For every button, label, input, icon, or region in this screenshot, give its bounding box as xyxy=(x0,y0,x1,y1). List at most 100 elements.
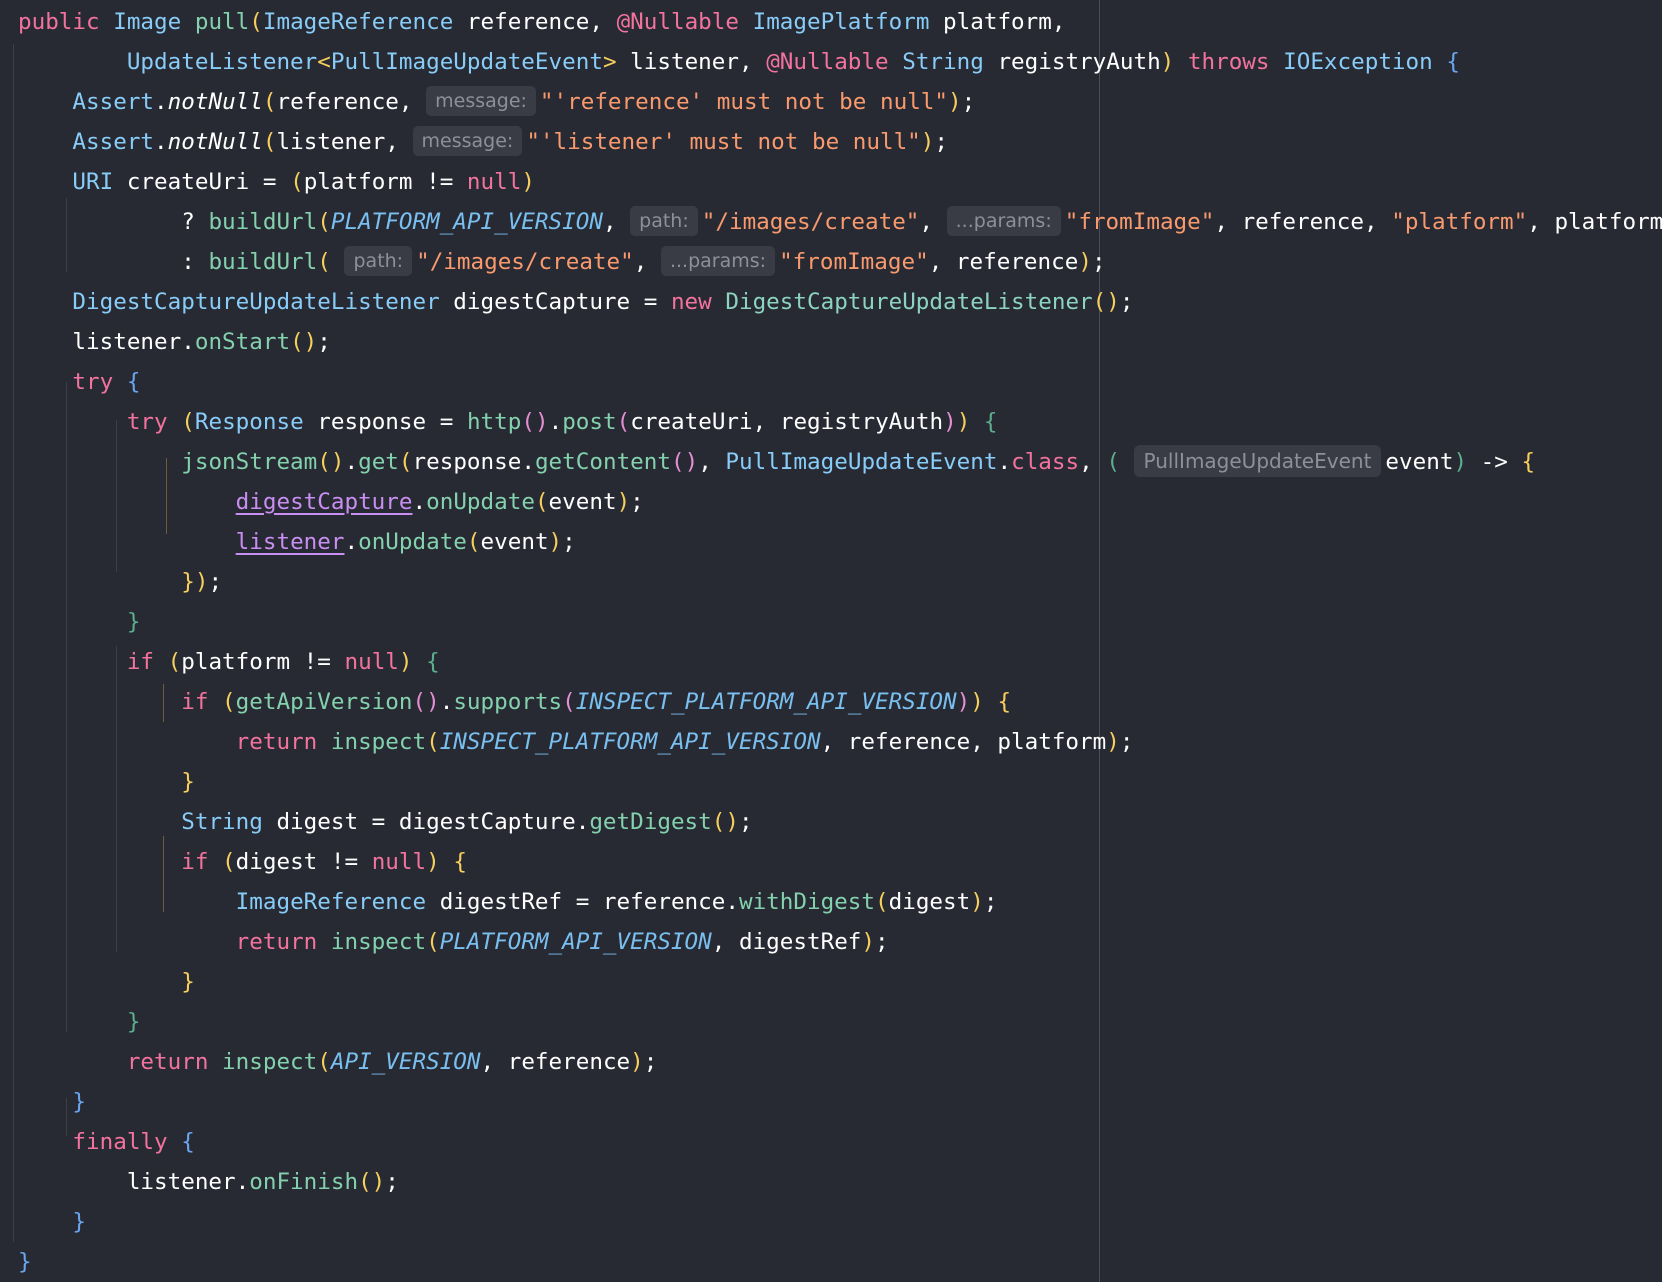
code-token: ( xyxy=(426,729,440,755)
code-token: class xyxy=(1011,449,1080,475)
code-line[interactable]: finally { xyxy=(18,1122,194,1162)
code-line[interactable]: }); xyxy=(18,562,222,602)
code-token: PLATFORM_API_VERSION xyxy=(439,929,712,955)
code-token: PLATFORM_API_VERSION xyxy=(330,209,603,235)
parameter-hint: path: xyxy=(344,245,413,276)
code-token: withDigest xyxy=(738,889,875,915)
code-line[interactable]: public Image pull(ImageReference referen… xyxy=(18,2,1065,42)
code-line[interactable]: Assert.notNull(listener, message: "'liste… xyxy=(18,122,948,162)
code-token: , xyxy=(633,249,661,275)
code-token: ; xyxy=(1119,729,1134,755)
code-token: () xyxy=(1092,289,1120,315)
code-line[interactable]: } xyxy=(18,602,141,642)
code-token: getContent xyxy=(534,449,671,475)
code-token: , reference, xyxy=(1214,209,1392,235)
code-line[interactable]: String digest = digestCapture.getDigest(… xyxy=(18,802,753,842)
code-line[interactable]: Assert.notNull(reference, message: "'refe… xyxy=(18,82,975,122)
code-line[interactable]: if (platform != null) { xyxy=(18,642,440,682)
code-token: , reference xyxy=(480,1049,631,1075)
code-line[interactable]: } xyxy=(18,1202,86,1242)
code-line[interactable]: DigestCaptureUpdateListener digestCaptur… xyxy=(18,282,1133,322)
code-token: ( xyxy=(1106,449,1134,475)
code-token: ; xyxy=(385,1169,399,1195)
code-token: ( xyxy=(616,409,631,435)
code-line[interactable]: listener.onStart(); xyxy=(18,322,330,362)
code-line[interactable]: if (getApiVersion().supports(INSPECT_PLA… xyxy=(18,682,1011,722)
code-line[interactable]: } xyxy=(18,762,195,802)
code-token: onUpdate xyxy=(426,489,535,515)
parameter-hint: ...params: xyxy=(660,245,776,276)
code-line[interactable]: } xyxy=(18,1082,86,1122)
code-token: ) xyxy=(1453,449,1468,475)
code-line[interactable]: : buildUrl( path: "/images/create", ...pa… xyxy=(18,242,1106,282)
code-token: onUpdate xyxy=(358,529,467,555)
code-token: response. xyxy=(412,449,535,475)
code-line[interactable]: listener.onUpdate(event); xyxy=(18,522,576,562)
code-line[interactable]: return inspect(API_VERSION, reference); xyxy=(18,1042,658,1082)
code-line[interactable]: try (Response response = http().post(cre… xyxy=(18,402,998,442)
code-token: PullImageUpdateEvent xyxy=(725,449,998,475)
code-token: listener, xyxy=(630,49,767,75)
code-token: } xyxy=(126,609,141,635)
code-token: ) xyxy=(1106,729,1120,755)
code-line[interactable]: digestCapture.onUpdate(event); xyxy=(18,482,644,522)
code-token: URI xyxy=(72,169,127,195)
code-token: () xyxy=(358,1169,386,1195)
code-line[interactable]: URI createUri = (platform != null) xyxy=(18,162,535,202)
code-token: @Nullable xyxy=(766,49,903,75)
code-token: String xyxy=(181,809,277,835)
code-token: "fromImage" xyxy=(779,249,929,275)
code-token: buildUrl xyxy=(208,249,318,275)
code-token: { xyxy=(1521,449,1536,475)
code-editor[interactable]: public Image pull(ImageReference referen… xyxy=(0,0,1662,1282)
code-token: return xyxy=(235,729,331,755)
code-line[interactable]: try { xyxy=(18,362,140,402)
code-area[interactable]: public Image pull(ImageReference referen… xyxy=(0,0,1662,1282)
code-token: reference, xyxy=(466,9,617,35)
code-token: () xyxy=(711,809,739,835)
code-token: ( xyxy=(426,929,440,955)
code-token: "fromImage" xyxy=(1064,209,1215,235)
code-token: ImageReference xyxy=(235,889,440,915)
code-line[interactable]: UpdateListener<PullImageUpdateEvent> lis… xyxy=(18,42,1460,82)
code-token: () xyxy=(317,449,345,475)
type-hint: PullImageUpdateEvent xyxy=(1133,444,1382,477)
code-line[interactable]: listener.onFinish(); xyxy=(18,1162,399,1202)
code-token: ( xyxy=(181,409,195,435)
code-token: inspect xyxy=(330,729,427,755)
code-token: -> xyxy=(1467,449,1522,475)
code-token: if xyxy=(181,689,223,715)
code-token: () xyxy=(670,449,699,475)
code-token: . xyxy=(154,89,168,115)
code-token: Assert xyxy=(72,89,155,115)
code-token: ; xyxy=(934,129,949,155)
code-line[interactable]: } xyxy=(18,1242,32,1282)
code-token: ; xyxy=(738,809,753,835)
code-token: Assert xyxy=(72,129,155,155)
code-line[interactable]: return inspect(INSPECT_PLATFORM_API_VERS… xyxy=(18,722,1134,762)
code-token: Response xyxy=(194,409,318,435)
code-token: notNull xyxy=(167,89,263,115)
code-line[interactable]: if (digest != null) { xyxy=(18,842,467,882)
code-token: } xyxy=(126,1009,141,1035)
code-token: DigestCaptureUpdateListener xyxy=(72,289,454,315)
code-line[interactable]: } xyxy=(18,962,195,1002)
code-token: null xyxy=(371,849,427,875)
code-token: IOException xyxy=(1283,49,1447,75)
code-line[interactable]: ImageReference digestRef = reference.wit… xyxy=(18,882,998,922)
code-line[interactable]: jsonStream().get(response.getContent(), … xyxy=(18,442,1535,482)
code-token: ; xyxy=(983,889,998,915)
code-token: try xyxy=(72,369,127,395)
code-token: response = xyxy=(317,409,467,435)
code-line[interactable]: } xyxy=(18,1002,141,1042)
code-line[interactable]: return inspect(PLATFORM_API_VERSION, dig… xyxy=(18,922,889,962)
code-token: if xyxy=(126,649,168,675)
code-line[interactable]: ? buildUrl(PLATFORM_API_VERSION, path: "/… xyxy=(18,202,1662,242)
code-token: "platform" xyxy=(1391,209,1528,235)
code-token: { xyxy=(453,849,467,875)
